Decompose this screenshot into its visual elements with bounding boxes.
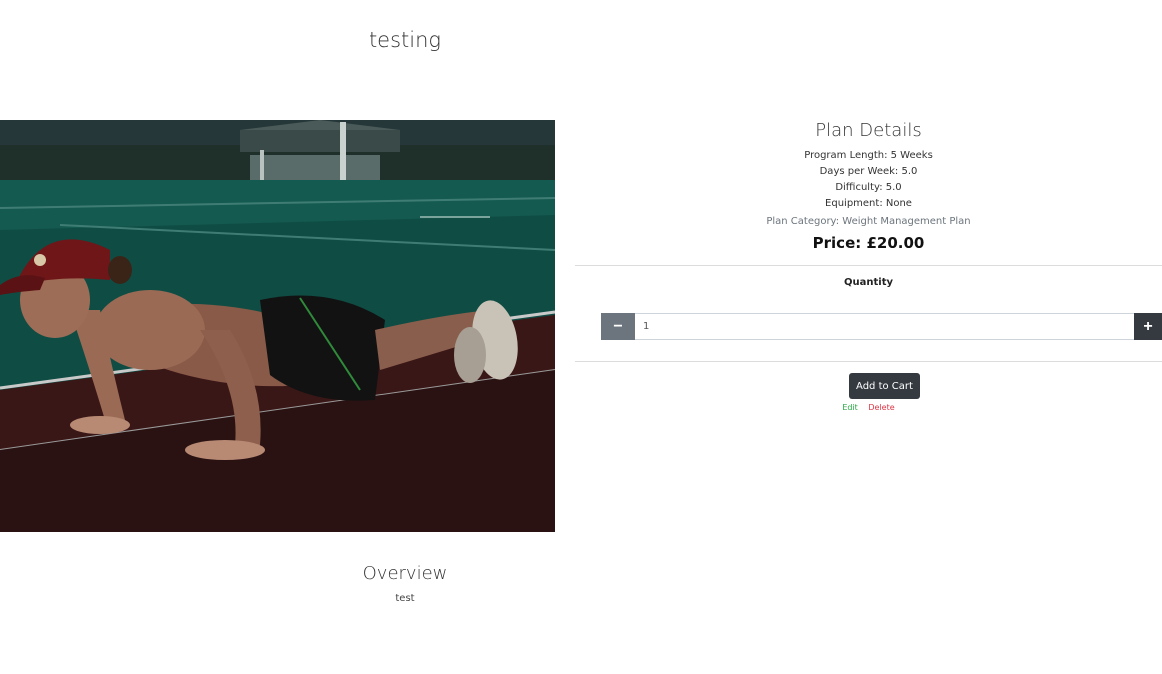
admin-links: Edit Delete: [575, 403, 1162, 412]
days-per-week: Days per Week: 5.0: [819, 166, 918, 177]
overview-heading: Overview: [362, 563, 448, 584]
delete-link[interactable]: Delete: [868, 403, 894, 412]
price: Price: £20.00: [812, 234, 925, 252]
plan-details: Plan Details Program Length: 5 Weeks Day…: [575, 118, 1162, 253]
edit-link[interactable]: Edit: [842, 403, 858, 412]
quantity-input[interactable]: [635, 313, 1134, 340]
decrement-button[interactable]: −: [601, 313, 635, 340]
divider: [575, 361, 1162, 362]
increment-button[interactable]: +: [1134, 313, 1162, 340]
page-title: testing: [368, 28, 442, 52]
equipment: Equipment: None: [825, 198, 912, 209]
program-length: Program Length: 5 Weeks: [804, 150, 933, 161]
product-image: [0, 120, 555, 532]
plan-category: Plan Category: Weight Management Plan: [766, 216, 971, 227]
product-detail-page: testing Overview test Plan Details Progr…: [0, 0, 1162, 674]
quantity-stepper: − +: [601, 313, 1162, 340]
add-to-cart-button[interactable]: Add to Cart: [849, 373, 920, 399]
divider: [575, 265, 1162, 266]
difficulty: Difficulty: 5.0: [835, 182, 902, 193]
quantity-label: Quantity: [844, 277, 893, 288]
overview-text: test: [395, 593, 415, 604]
plan-details-heading: Plan Details: [815, 120, 922, 141]
